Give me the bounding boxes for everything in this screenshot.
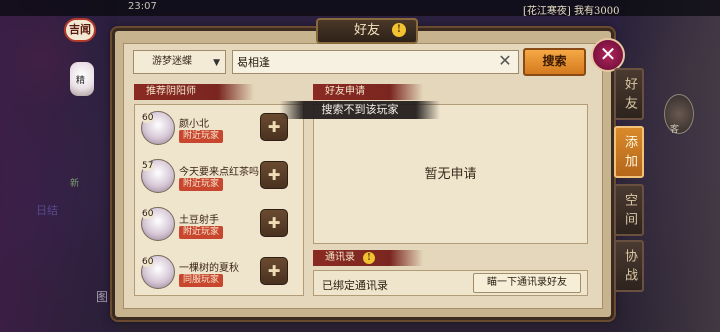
level-badge: 57 — [141, 161, 155, 171]
toast-message: 搜索不到该玩家 — [280, 101, 440, 119]
server-dropdown[interactable]: 游梦迷蝶 ▼ — [133, 50, 226, 74]
close-button[interactable]: ✕ — [591, 38, 625, 72]
player-name: 一棵树的夏秋 — [179, 263, 239, 274]
status-bar: 23:07 [花江寒夜] 我有3000 — [0, 0, 720, 17]
tab-coop[interactable]: 协战 — [614, 240, 644, 292]
player-name: 颜小北 — [179, 119, 209, 130]
jixiong-badge[interactable]: 吉闻 — [64, 18, 96, 42]
level-badge: 60 — [141, 257, 155, 267]
player-tag: 附近玩家 — [179, 178, 224, 191]
tab-add[interactable]: 添加 — [614, 126, 644, 178]
add-friend-icon: ✚ — [267, 214, 281, 232]
player-tag: 同服玩家 — [179, 274, 224, 287]
friend-requests-area: 暂无申请 — [313, 104, 588, 244]
contacts-row: 已绑定通讯录 瞄一下通讯录好友 — [313, 270, 588, 296]
recommend-header: 推荐阴阳师 — [134, 84, 254, 100]
lantern-decoration: 精 — [70, 62, 94, 96]
list-item[interactable]: 60 土豆射手 附近玩家 ✚ — [135, 201, 303, 249]
contacts-status-label: 已绑定通讯录 — [322, 279, 388, 292]
view-contacts-button[interactable]: 瞄一下通讯录好友 — [473, 273, 581, 293]
panel-title-text: 好友 — [353, 23, 380, 38]
background-label-rijie: 日结 — [36, 204, 58, 217]
recommend-list: 60 颜小北 附近玩家 ✚ 57 今天要来点红茶吗 附近玩家 ✚ 60 土豆射手… — [134, 104, 304, 296]
list-item[interactable]: 60 颜小北 附近玩家 ✚ — [135, 105, 303, 153]
player-tag: 附近玩家 — [179, 226, 224, 239]
clear-icon[interactable]: ✕ — [497, 53, 513, 69]
player-search-input[interactable] — [232, 50, 519, 74]
background-left-scenery — [0, 0, 118, 332]
search-button[interactable]: 搜索 — [523, 48, 586, 76]
add-friend-button[interactable]: ✚ — [260, 209, 288, 237]
server-dropdown-value: 游梦迷蝶 — [152, 56, 192, 67]
alert-icon[interactable]: ! — [363, 252, 375, 264]
friend-requests-header: 好友申请 — [313, 84, 423, 100]
chevron-down-icon: ▼ — [213, 58, 220, 68]
player-name: 今天要来点红茶吗 — [179, 167, 259, 178]
add-friend-icon: ✚ — [267, 118, 281, 136]
add-friend-icon: ✚ — [267, 166, 281, 184]
add-friend-button[interactable]: ✚ — [260, 257, 288, 285]
status-text: [花江寒夜] 我有3000 — [523, 6, 620, 17]
player-tag: 附近玩家 — [179, 130, 224, 143]
background-label-tu: 图 — [96, 290, 109, 304]
background-label-xin: 新 — [70, 179, 80, 189]
alert-icon[interactable]: ! — [392, 23, 406, 37]
list-item[interactable]: 57 今天要来点红茶吗 附近玩家 ✚ — [135, 153, 303, 201]
close-icon: ✕ — [599, 42, 617, 66]
player-name: 土豆射手 — [179, 215, 219, 226]
add-friend-icon: ✚ — [267, 262, 281, 280]
tab-space[interactable]: 空间 — [614, 184, 644, 236]
background-label-ke: 客 — [670, 125, 680, 135]
level-badge: 60 — [141, 209, 155, 219]
tab-friends[interactable]: 好友 — [614, 68, 644, 120]
panel-title: 好友 ! — [316, 18, 418, 44]
status-time: 23:07 — [128, 1, 157, 12]
empty-requests-text: 暂无申请 — [424, 167, 477, 182]
contacts-header-text: 通讯录 — [325, 252, 355, 263]
level-badge: 60 — [141, 113, 155, 123]
contacts-header: 通讯录! — [313, 250, 423, 266]
add-friend-button[interactable]: ✚ — [260, 161, 288, 189]
list-item[interactable]: 60 一棵树的夏秋 同服玩家 ✚ — [135, 249, 303, 297]
